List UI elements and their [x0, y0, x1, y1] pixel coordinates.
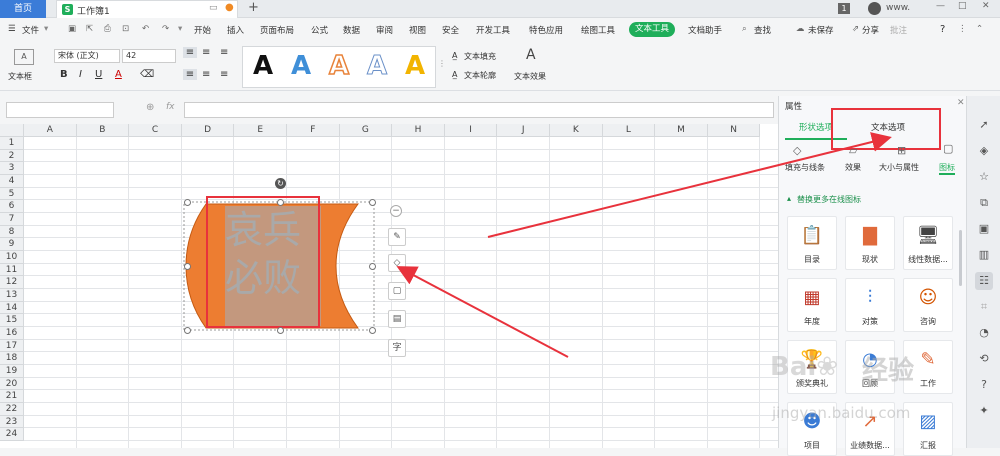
arrow-to-text-options: [487, 132, 892, 238]
annotation-arrows: [396, 132, 892, 358]
arrow-to-float-toolbar: [396, 266, 569, 358]
